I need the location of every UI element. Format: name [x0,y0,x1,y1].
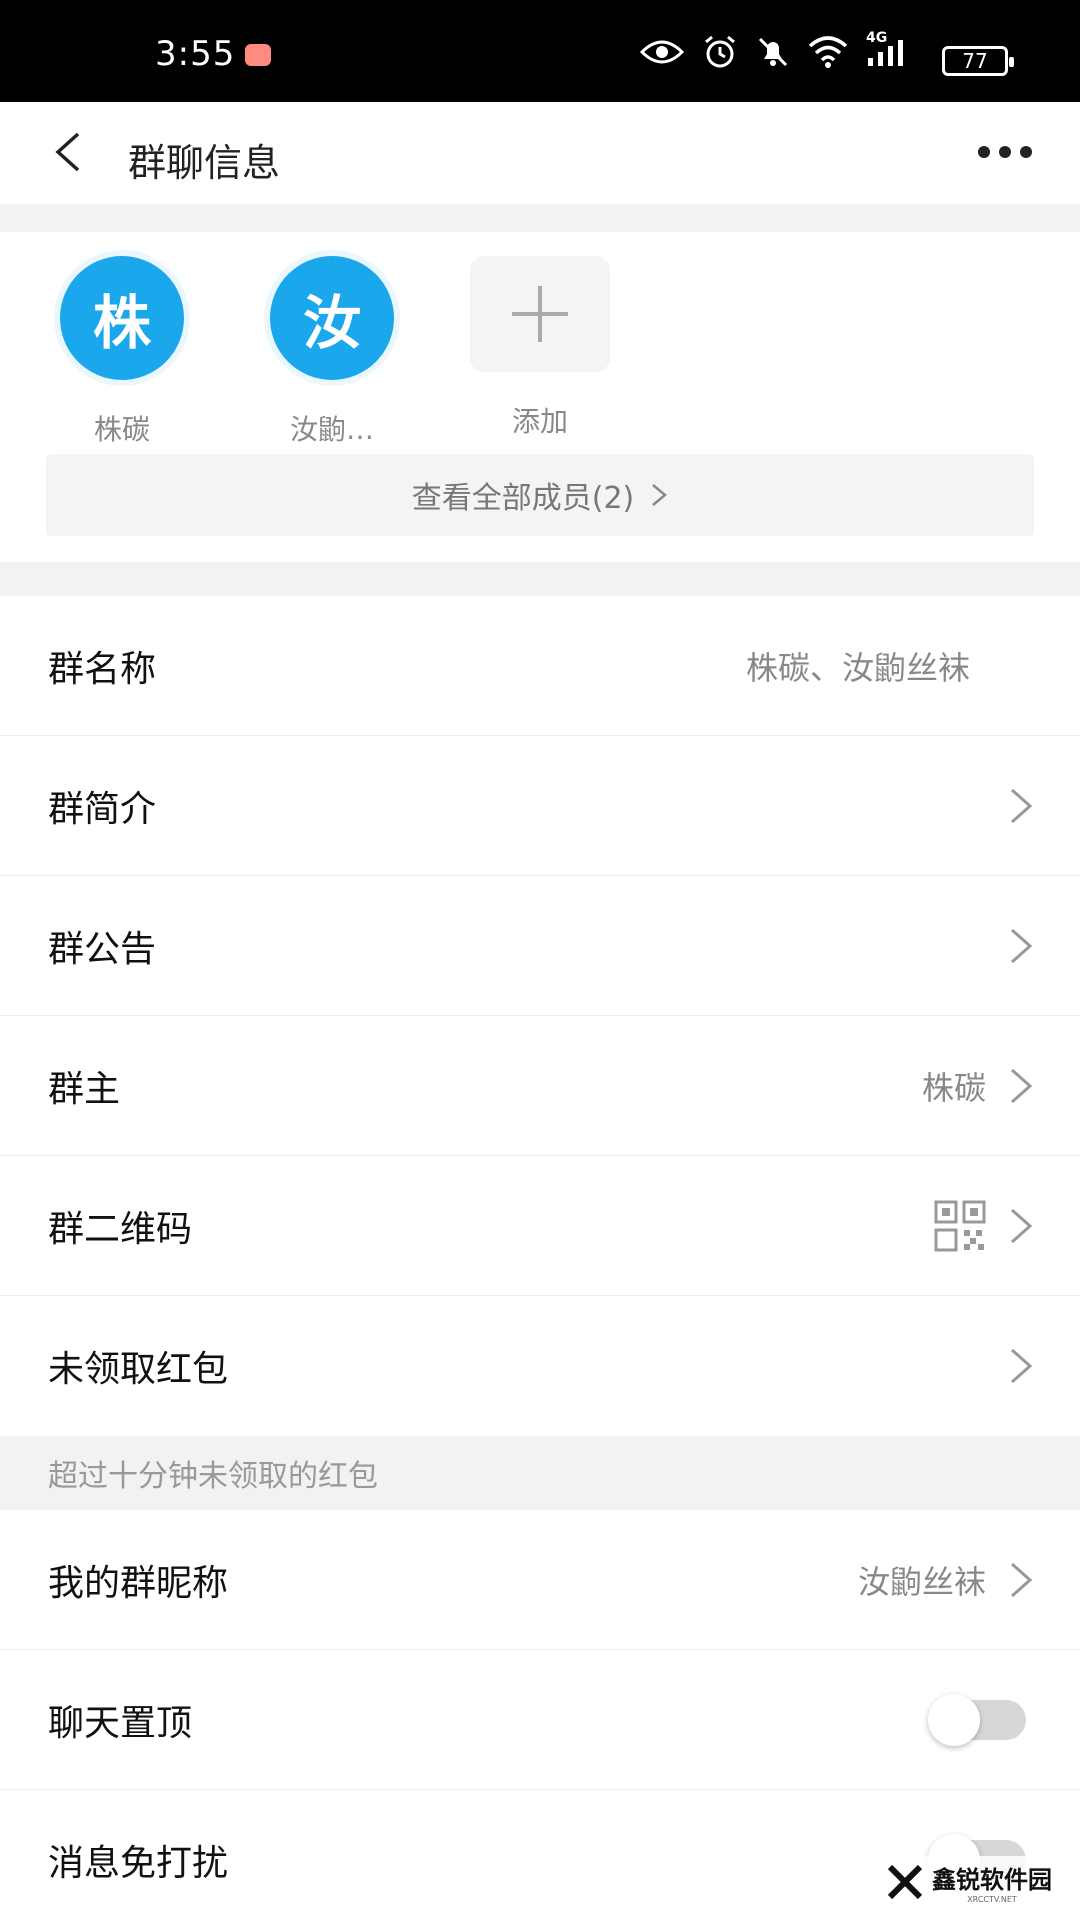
wifi-icon [808,36,848,68]
chevron-left-icon [55,132,80,172]
group-qr-code-row[interactable]: 群二维码 [0,1156,1080,1296]
more-options-button[interactable] [978,146,1032,160]
network-type: 4G [866,30,888,46]
watermark-subtext: XRCCTV.NET [967,1895,1017,1904]
unclaimed-red-packet-row[interactable]: 未领取红包 [0,1296,1080,1436]
page-title: 群聊信息 [128,141,281,185]
member-item[interactable]: 株 株碳 [52,256,192,448]
add-member-button[interactable]: 添加 [470,256,610,440]
battery-indicator: 77 [942,46,1014,76]
chevron-right-icon [652,484,668,506]
member-name: 汝鼩… [289,413,374,446]
mute-bell-icon [756,35,790,69]
signal-icon: 4G [866,30,912,68]
chevron-right-icon [1011,1348,1033,1384]
back-button[interactable] [48,130,92,174]
red-packet-hint: 超过十分钟未领取的红包 [0,1436,1080,1510]
view-all-members-button[interactable]: 查看全部成员(2) [46,454,1034,536]
row-label: 未领取红包 [48,1349,229,1390]
pin-chat-row: 聊天置顶 [0,1650,1080,1790]
more-dot-icon [1020,146,1032,158]
member-name: 株碳 [93,413,150,446]
status-bar: 3:55 4G 77 [0,0,1080,102]
members-card: 株 株碳 汝 汝鼩… 添加 查看全部成员(2) [0,232,1080,562]
add-member-tile [470,256,610,372]
top-navigation-bar: 群聊信息 [0,102,1080,204]
group-owner-row[interactable]: 群主 株碳 [0,1016,1080,1156]
group-name-row[interactable]: 群名称 株碳、汝鼩丝袜 [0,596,1080,736]
chevron-right-icon [1011,1208,1033,1243]
plus-icon [512,286,568,342]
pin-chat-toggle[interactable] [928,1693,1026,1746]
row-label: 我的群昵称 [48,1562,229,1604]
avatar: 汝 [270,256,394,380]
group-owner-value: 株碳 [921,1068,986,1107]
more-dot-icon [978,146,990,158]
row-label: 群主 [48,1068,121,1110]
eye-icon [640,38,684,66]
watermark-text: 鑫锐软件园 [932,1866,1052,1894]
group-intro-row[interactable]: 群简介 [0,736,1080,876]
watermark-logo: 鑫锐软件园 XRCCTV.NET [880,1856,1058,1908]
watermark-x-icon [887,1864,923,1900]
row-label: 聊天置顶 [48,1702,193,1744]
chevron-right-icon [1011,1562,1033,1597]
member-item[interactable]: 汝 汝鼩… [262,256,402,448]
more-dot-icon [999,146,1011,158]
group-name-value: 株碳、汝鼩丝袜 [745,648,970,687]
qr-code-icon [934,1200,986,1251]
row-label: 群名称 [48,648,157,690]
row-label: 群公告 [48,928,157,970]
group-settings-list: 群名称 株碳、汝鼩丝袜 群简介 群公告 群主 株碳 群二维码 未领取红包 [0,596,1080,1436]
avatar: 株 [60,256,184,380]
group-notice-row[interactable]: 群公告 [0,876,1080,1016]
add-member-label: 添加 [511,405,568,438]
view-all-members-label: 查看全部成员(2) [411,481,635,516]
chevron-right-icon [1011,1068,1033,1103]
toggle-knob [928,1693,980,1746]
chevron-right-icon [1011,788,1033,823]
my-group-nickname-row[interactable]: 我的群昵称 汝鼩丝袜 [0,1510,1080,1650]
alarm-icon [702,34,738,70]
row-label: 消息免打扰 [48,1843,229,1884]
my-group-nickname-value: 汝鼩丝袜 [857,1562,986,1601]
chevron-right-icon [1011,928,1033,963]
status-time: 3:55 [155,34,236,74]
row-label: 群二维码 [48,1208,193,1250]
app-notification-icon [245,44,271,66]
row-label: 群简介 [48,788,157,830]
